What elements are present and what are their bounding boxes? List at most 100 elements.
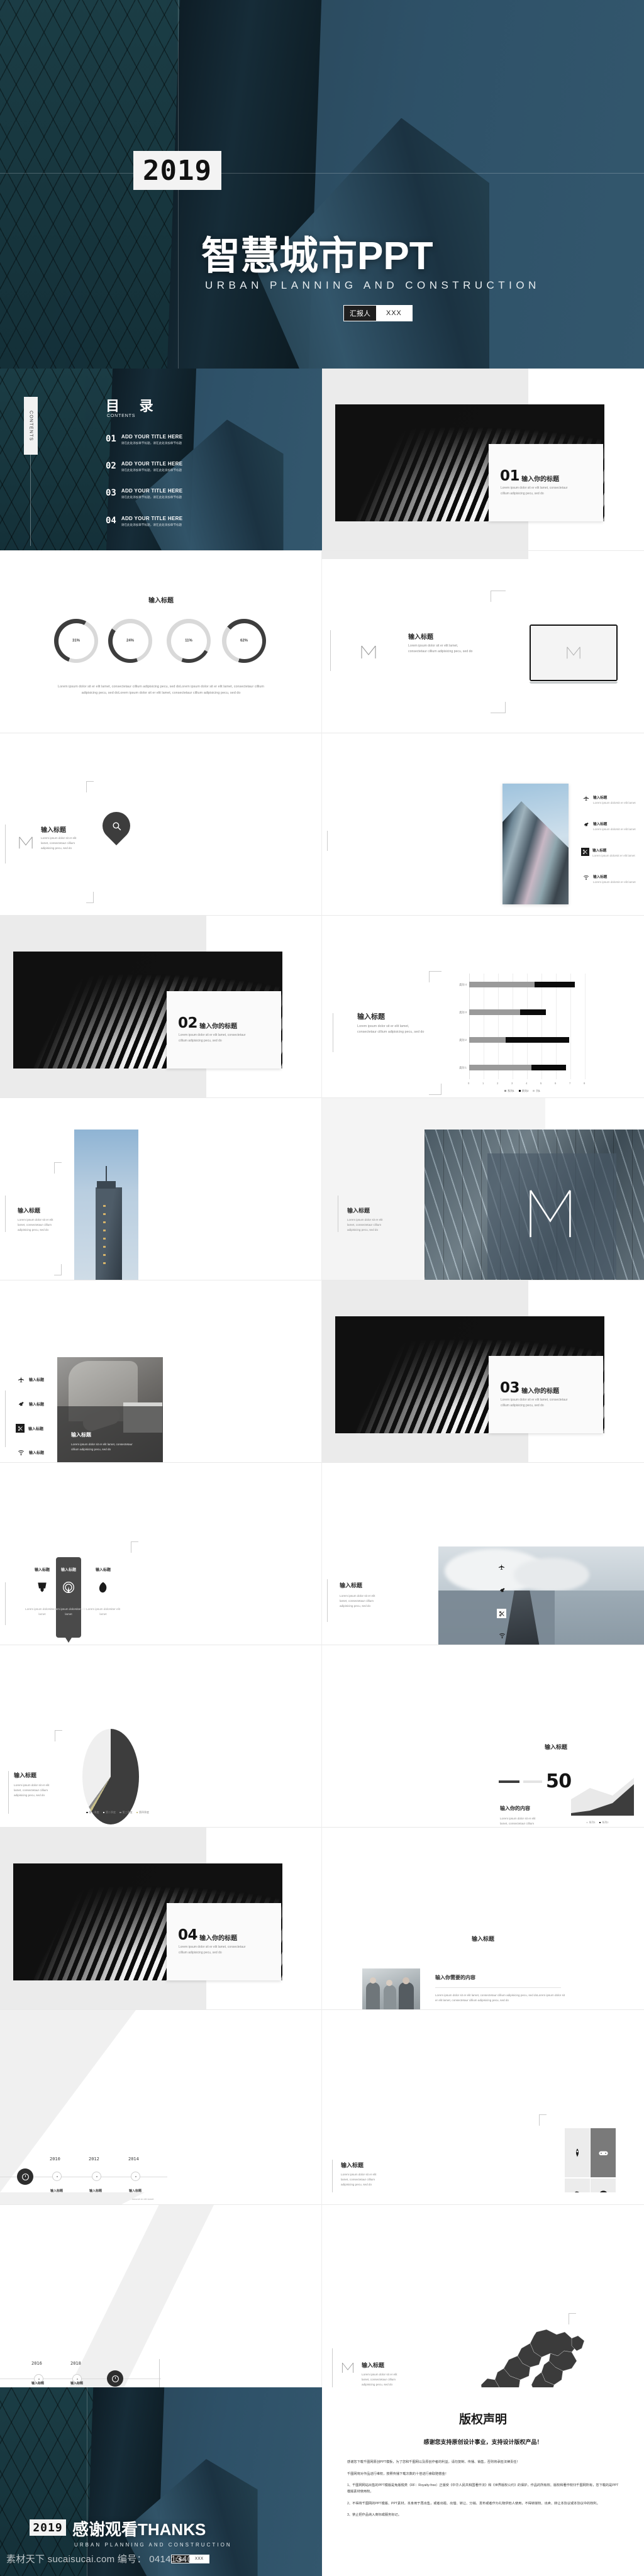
tower-title: 输入标题 [18,1208,41,1214]
slide-icon-list: 输入标题 Lorem ipsum dolorsit er elit lamet … [322,733,644,916]
bar-chart-body: Lorem ipsum dolor sit er elit lamet, con… [357,1024,425,1035]
bar-grid-line [585,974,586,1079]
scissors-icon [499,1611,504,1616]
toc-item[interactable]: 04 ADD YOUR TITLE HERE 请在此处添加章节标题，请在此处添加… [106,516,182,527]
bar-grid-line [570,974,571,1079]
slide-m-mirror: 输入标题 Lorem ipsum dolor sit er elit lamet… [322,1098,644,1280]
toc-item-desc: 请在此处添加章节标题，请在此处添加章节标题 [121,468,182,472]
section-text-card: 04 输入你的标题 Lorem ipsum dolor sit er elit … [167,1903,281,1980]
scissors-icon-tile [16,1424,25,1433]
laptop-body: Lorem ipsum dolor sit er elit lamet, con… [408,644,473,654]
icon-list-desc: Lorem ipsum dolorsit er elit lamet [593,880,636,884]
scissors-icon [582,849,587,855]
timeline-year: 2010 [50,2157,60,2162]
bar-chart-title: 输入标题 [357,1013,385,1021]
corner-bracket-top [429,971,441,982]
m-logo-icon [530,1190,571,1238]
toc-item[interactable]: 03 ADD YOUR TITLE HERE 请在此处添加章节标题，请在此处添加… [106,488,182,499]
copyright-paragraph: 1、千图网网站出售的PPT模版是免版税类（RF：Royalty-free）正版受… [347,2484,619,2494]
section-title: 输入你的标题 [521,1387,560,1395]
timeline-dot[interactable] [92,2172,101,2181]
icon-list-item[interactable]: 输入标题 Lorem ipsum dolorsit er elit lamet [581,848,635,857]
slide-toc: CONTENTS 目 录 CONTENTS 01 ADD YOUR TITLE … [0,369,322,551]
three-icons-left-rule [5,1582,6,1625]
bird-icon [584,823,589,826]
reporter-badge: 汇报人 XXX [343,305,413,321]
toc-item[interactable]: 01 ADD YOUR TITLE HERE 请在此处添加章节标题，请在此处添加… [106,434,182,445]
building-photo [502,784,569,904]
section-number: 01 [500,468,520,484]
icon-tile[interactable] [565,2179,590,2192]
tiles-body: Lorem ipsum dolor sit er elit lamet, con… [341,2173,377,2187]
icon-card[interactable]: 输入标题 Lorem ipsum dolorsiter elit lamet [84,1567,123,1617]
icon-list-item[interactable]: 输入标题 Lorem ipsum dolorsit er elit lamet [583,795,636,804]
slide-section-04: 04 输入你的标题 Lorem ipsum dolor sit er elit … [0,1828,322,2010]
row-separator [0,1827,644,1828]
section-body: Lorem ipsum dolor sit er elit lamet, con… [501,1398,568,1407]
timeline-start-marker [17,2168,33,2185]
icon-list-desc: Lorem ipsum dolorsit er elit lamet [593,801,636,804]
toc-item[interactable]: 02 ADD YOUR TITLE HERE 请在此处添加章节标题，请在此处添加… [106,461,182,472]
stat-value-row: 50 [499,1772,572,1791]
toc-glass-facade [0,369,116,551]
pie-body: Lorem ipsum dolor sit er elit lamet, con… [14,1784,50,1797]
corner-bracket-top [55,1730,62,1741]
timeline-dot[interactable] [131,2172,140,2181]
bar-x-tick: 8 [584,1082,586,1085]
timeline-diagonal-shape [0,2010,136,2192]
icon-list-item[interactable]: 输入标题 Lorem ipsum dolorsit er elit lamet [583,821,636,831]
timeline-dot[interactable] [52,2172,62,2181]
icon-card-highlight-tail [65,1638,72,1643]
bar-segment-series2 [534,982,575,987]
search-icon [103,812,130,840]
laptop-illustration [530,625,618,684]
meeting-icon-item[interactable]: 输入标题 [18,1376,44,1383]
icon-tile[interactable] [591,2179,616,2192]
bar-x-tick: 7 [569,1082,571,1085]
slide-donut-chart: 输入标题 31% 24% 11% 62% Lorem ipsum dolor s… [0,551,322,733]
section-number: 04 [178,1927,198,1943]
slide-tower-photo: 输入标题 Lorem ipsum dolor sit er elit lamet… [0,1098,322,1280]
slide-location-pin: 输入标题 Lorem ipsum dolor sit er elit lamet… [0,733,322,916]
legend-entry: 第四季度 [136,1811,149,1814]
meeting-icon-item[interactable]: 输入标题 [18,1449,44,1456]
timeline-item-title: 输入标题 [31,2382,44,2385]
icon-tile[interactable] [591,2128,616,2177]
map-left-rule [332,2348,333,2387]
china-map [476,2329,589,2387]
timeline-b-diagonal-shape [69,2205,214,2387]
pie-title: 输入标题 [14,1772,37,1779]
stat-content-title: 输入你的内容 [500,1806,530,1811]
toc-item-number: 02 [106,461,116,471]
bar-chart-plot: 类别 4 类别 3 类别 2 类别 1 0 1 2 3 4 5 6 7 8 系列… [459,974,586,1092]
section-text-card: 01 输入你的标题 Lorem ipsum dolor sit er elit … [489,444,603,521]
copyright-heading: 版权声明 [458,2413,507,2426]
bar-row [469,1009,546,1015]
icon-card[interactable]: 输入标题 Lorem ipsum dolorsiter elit lamet [49,1567,88,1617]
donut-ring: 11% [167,619,211,663]
slide-timeline-b: 2016 2018 [0,2205,322,2387]
pie-chart-legend: 第一季度 第二季度 第三季度 第四季度 [86,1811,149,1814]
timeline-year: 2016 [31,2361,42,2366]
meeting-icon-item[interactable]: 输入标题 [18,1401,44,1407]
bar-x-tick: 0 [468,1082,470,1085]
team-photo [362,1968,420,2010]
laptop-base [530,682,618,684]
team-paragraph: Lorem ipsum dolor sit er elit lamet, con… [435,1994,565,2002]
bar-row [469,1037,569,1043]
stat-bar [499,1780,519,1783]
icon-list-left-rule [327,831,328,851]
slide-stat-50: 输入标题 50 输入你的内容 Lorem ipsum dolor sit er … [322,1645,644,1828]
meeting-icon-item[interactable]: 输入标题 [16,1424,43,1433]
meeting-icon-label: 输入标题 [29,1452,45,1455]
icon-tile[interactable] [565,2128,590,2177]
slide-section-03: 03 输入你的标题 Lorem ipsum dolor sit er elit … [322,1280,644,1463]
slide-laptop: 输入标题 Lorem ipsum dolor sit er elit lamet… [322,551,644,733]
wifi-icon [583,875,589,880]
airplane-icon [583,795,589,801]
icon-list-item[interactable]: 输入标题 Lorem ipsum dolorsit er elit lamet [583,874,636,884]
bar-row [469,982,575,987]
bird-icon [18,1402,25,1406]
toc-item-desc: 请在此处添加章节标题，请在此处添加章节标题 [121,523,182,526]
legend-entry: 系列2 [518,1089,528,1093]
